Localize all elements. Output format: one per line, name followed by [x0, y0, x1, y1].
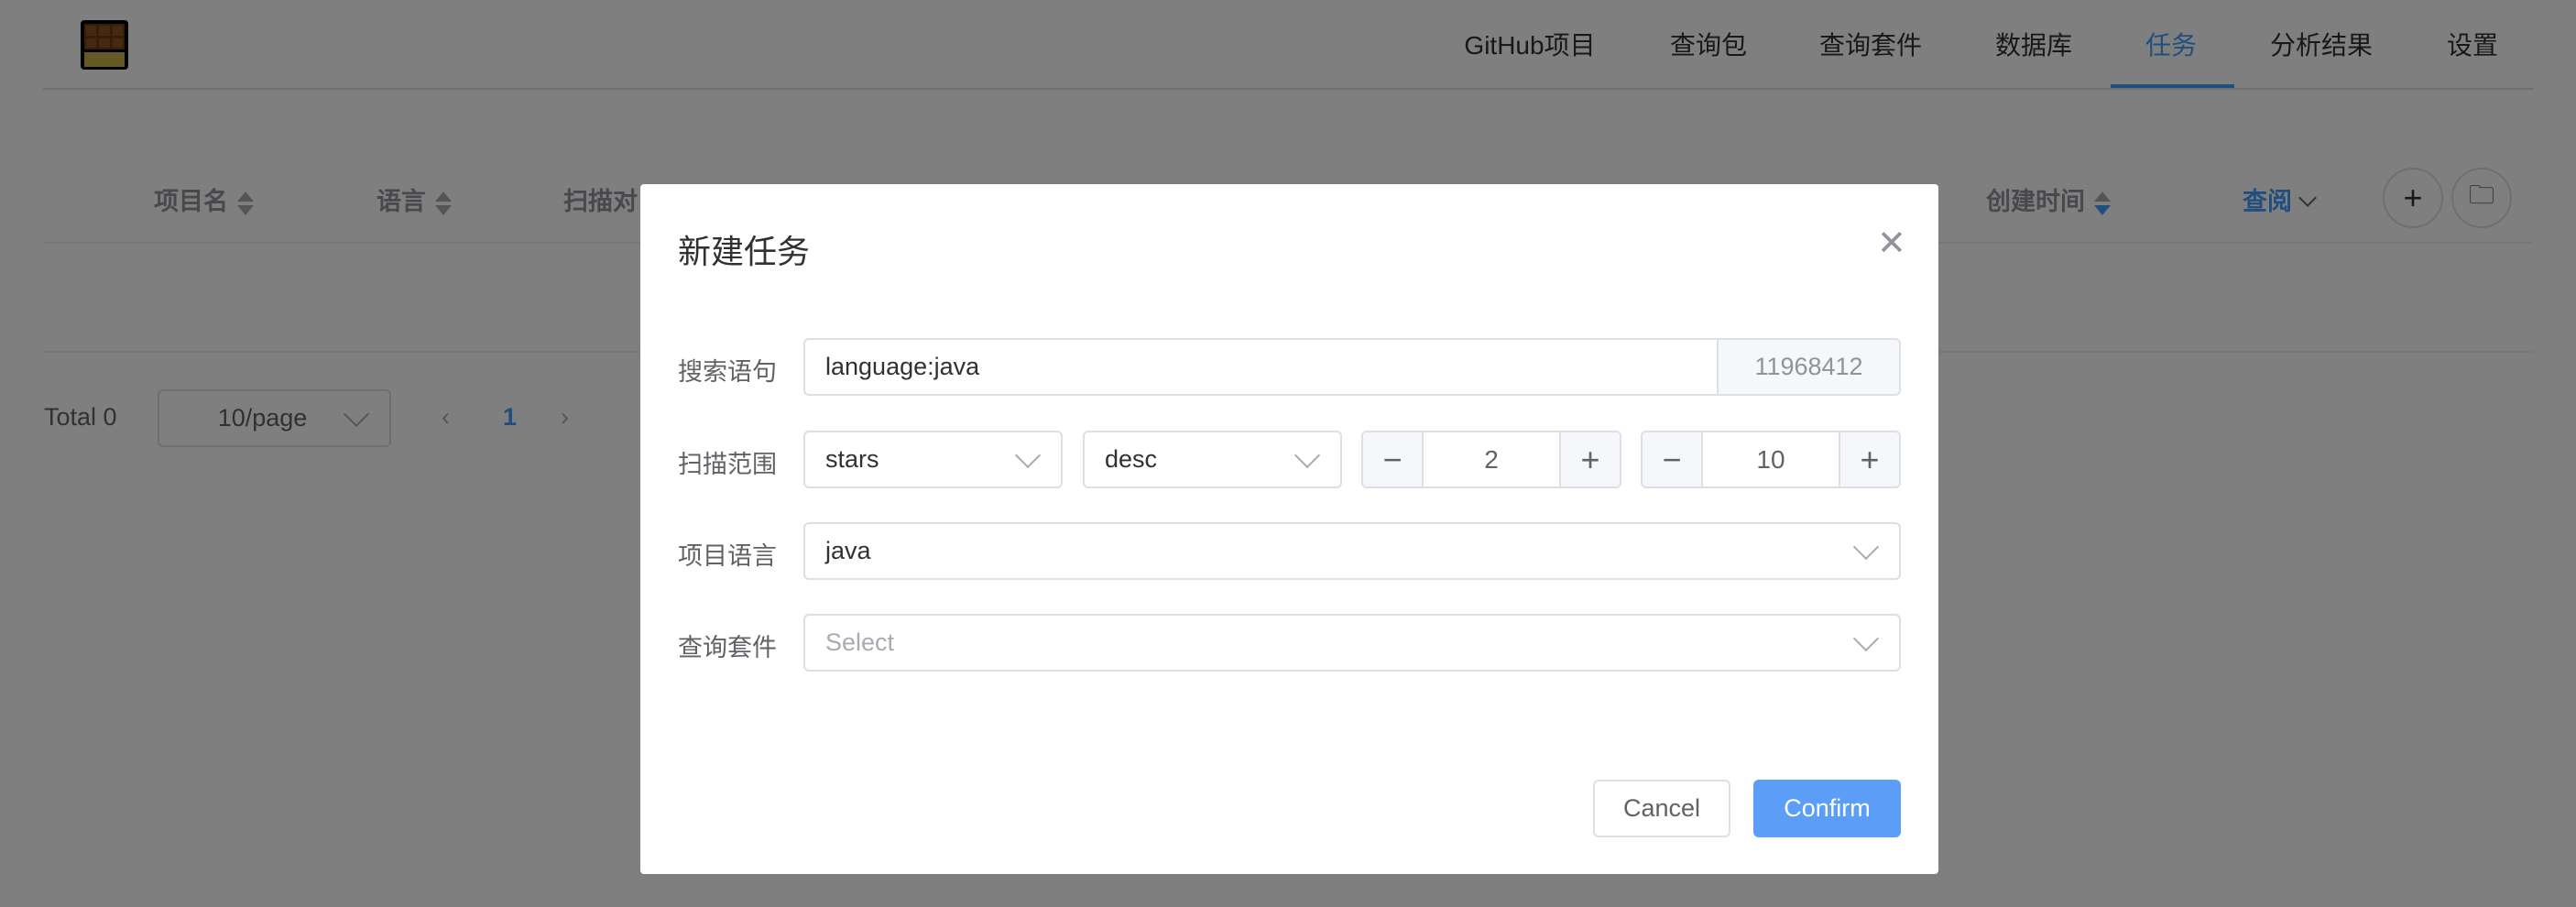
increment-button[interactable]: + — [1559, 432, 1620, 486]
range-label: 扫描范围 — [678, 451, 777, 478]
new-task-dialog: 新建任务 ✕ 搜索语句 language:java 11968412 扫描范围 … — [640, 184, 1938, 874]
increment-button[interactable]: + — [1839, 432, 1899, 486]
sort-field-select[interactable]: stars — [803, 431, 1063, 488]
language-value: java — [825, 537, 871, 564]
chevron-down-icon — [1014, 442, 1042, 468]
search-result-count: 11968412 — [1717, 340, 1899, 394]
search-query-value: language:java — [825, 353, 980, 380]
sort-field-value: stars — [825, 445, 879, 473]
search-label: 搜索语句 — [678, 358, 777, 386]
chevron-down-icon — [1852, 533, 1880, 560]
decrement-button[interactable]: − — [1363, 432, 1424, 486]
language-select[interactable]: java — [803, 522, 1901, 580]
dialog-title: 新建任务 — [678, 233, 811, 270]
chevron-down-icon — [1852, 625, 1880, 651]
sort-order-select[interactable]: desc — [1083, 431, 1342, 488]
cancel-button[interactable]: Cancel — [1593, 780, 1730, 837]
query-suite-placeholder: Select — [825, 628, 895, 656]
page-count-stepper[interactable]: − 10 + — [1641, 431, 1901, 488]
page-start-value[interactable]: 2 — [1424, 432, 1559, 486]
close-icon[interactable]: ✕ — [1877, 223, 1906, 264]
suite-label: 查询套件 — [678, 634, 777, 661]
language-label: 项目语言 — [678, 542, 777, 570]
confirm-button[interactable]: Confirm — [1753, 780, 1901, 837]
page-start-stepper[interactable]: − 2 + — [1361, 431, 1621, 488]
search-query-input[interactable]: language:java 11968412 — [803, 338, 1901, 396]
page-count-value[interactable]: 10 — [1703, 432, 1839, 486]
decrement-button[interactable]: − — [1643, 432, 1703, 486]
query-suite-select[interactable]: Select — [803, 614, 1901, 672]
sort-order-value: desc — [1105, 445, 1158, 473]
chevron-down-icon — [1293, 442, 1321, 468]
